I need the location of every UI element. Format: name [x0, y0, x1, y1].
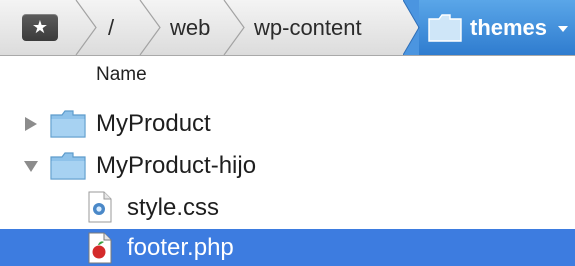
crumb-web[interactable]: web [170, 0, 210, 55]
list-item-myproduct-hijo[interactable]: MyProduct-hijo [0, 145, 575, 187]
php-file-icon [88, 232, 112, 264]
folder-icon [50, 110, 86, 138]
folder-icon [428, 14, 462, 42]
active-crumb-arrow [403, 0, 420, 55]
crumb-themes-label: themes [470, 14, 548, 40]
list-item-myproduct[interactable]: MyProduct [0, 103, 575, 145]
crumb-web-label: web [170, 14, 211, 40]
favorites-button[interactable]: ★ [22, 14, 58, 41]
crumb-root-label: / [108, 14, 115, 40]
disclosure-collapsed-icon[interactable] [22, 115, 40, 133]
list-item-label: style.css [127, 194, 220, 221]
star-icon: ★ [31, 17, 49, 37]
list-item-label: MyProduct [96, 110, 211, 137]
disclosure-expanded-icon[interactable] [22, 157, 40, 175]
crumb-wp-content[interactable]: wp-content [254, 0, 362, 55]
list-item-footer-php[interactable]: footer.php [0, 229, 575, 266]
list-item-label: MyProduct-hijo [96, 152, 257, 179]
column-header-name[interactable]: Name [0, 56, 575, 94]
column-header-name-label: Name [96, 64, 147, 85]
css-file-icon [88, 191, 112, 223]
crumb-root[interactable]: / [108, 0, 114, 55]
path-bar: ★ / web wp-content themes [0, 0, 575, 56]
list-item-label: footer.php [127, 233, 234, 261]
folder-icon [50, 152, 86, 180]
crumb-wp-content-label: wp-content [254, 14, 362, 40]
list-item-style-css[interactable]: style.css [0, 187, 575, 229]
chevron-down-icon[interactable] [558, 26, 568, 32]
